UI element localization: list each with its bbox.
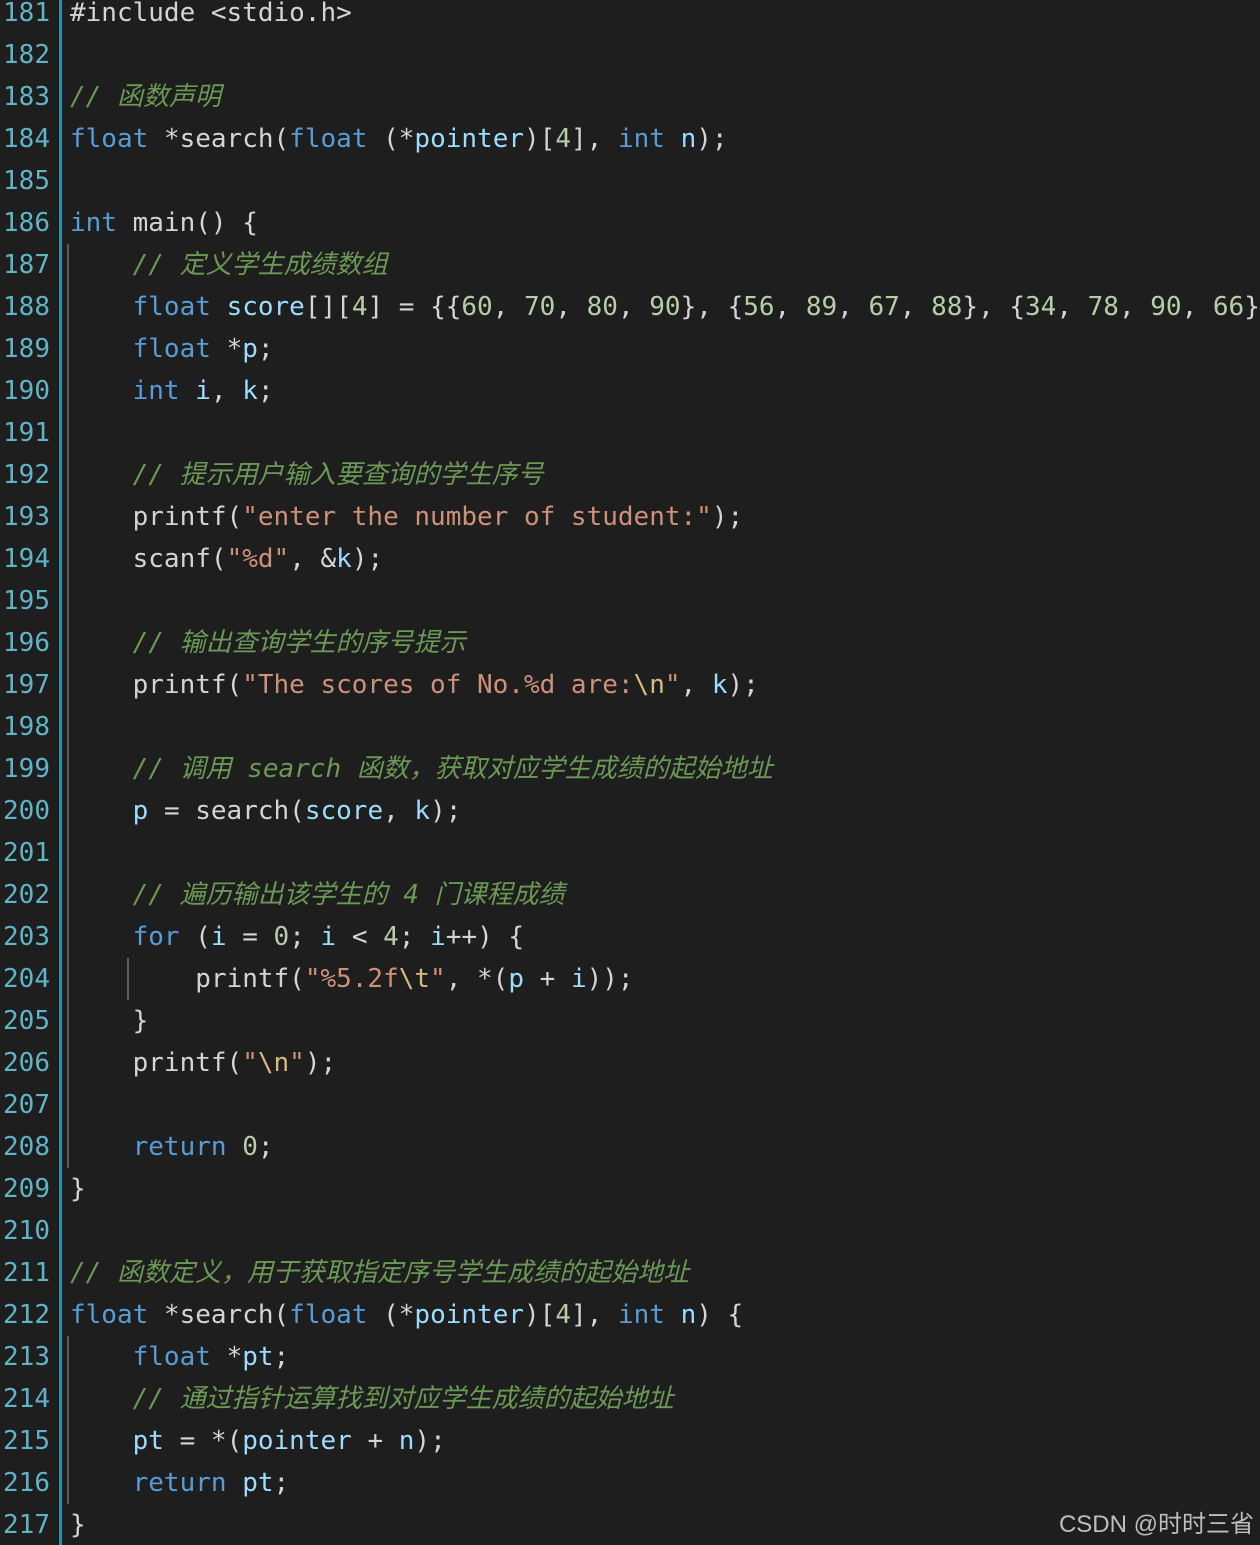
line-number: 181: [3, 0, 50, 28]
code-line[interactable]: printf("%5.2f\t", *(p + i));: [70, 958, 1260, 1000]
code-line[interactable]: [70, 1210, 1260, 1252]
line-number: 189: [3, 334, 50, 364]
code-line[interactable]: // 提示用户输入要查询的学生序号: [70, 454, 1260, 496]
code-line[interactable]: float *search(float (*pointer)[4], int n…: [70, 1294, 1260, 1336]
indent-guide: [67, 244, 69, 1168]
line-number: 197: [3, 670, 50, 700]
code-line[interactable]: printf("The scores of No.%d are:\n", k);: [70, 664, 1260, 706]
line-number: 187: [3, 250, 50, 280]
line-number: 183: [3, 82, 50, 112]
code-line[interactable]: for (i = 0; i < 4; i++) {: [70, 916, 1260, 958]
line-number: 217: [3, 1510, 50, 1540]
code-line[interactable]: int main() {: [70, 202, 1260, 244]
line-number: 191: [3, 418, 50, 448]
gutter-separator: [59, 0, 62, 1545]
code-line[interactable]: [70, 832, 1260, 874]
code-line[interactable]: pt = *(pointer + n);: [70, 1420, 1260, 1462]
code-line[interactable]: [70, 34, 1260, 76]
line-number: 203: [3, 922, 50, 952]
code-line[interactable]: return pt;: [70, 1462, 1260, 1504]
line-number: 209: [3, 1174, 50, 1204]
code-line[interactable]: // 遍历输出该学生的 4 门课程成绩: [70, 874, 1260, 916]
code-line[interactable]: [70, 412, 1260, 454]
code-line[interactable]: }: [70, 1000, 1260, 1042]
line-number: 193: [3, 502, 50, 532]
line-number: 208: [3, 1132, 50, 1162]
line-number: 207: [3, 1090, 50, 1120]
code-line[interactable]: // 通过指针运算找到对应学生成绩的起始地址: [70, 1378, 1260, 1420]
code-line[interactable]: float *search(float (*pointer)[4], int n…: [70, 118, 1260, 160]
code-line[interactable]: printf("enter the number of student:");: [70, 496, 1260, 538]
code-line[interactable]: // 函数声明: [70, 76, 1260, 118]
code-line[interactable]: [70, 160, 1260, 202]
line-number: 184: [3, 124, 50, 154]
line-number: 215: [3, 1426, 50, 1456]
code-line[interactable]: int i, k;: [70, 370, 1260, 412]
code-line[interactable]: p = search(score, k);: [70, 790, 1260, 832]
code-line[interactable]: float score[][4] = {{60, 70, 80, 90}, {5…: [70, 286, 1260, 328]
line-number: 216: [3, 1468, 50, 1498]
line-number: 214: [3, 1384, 50, 1414]
line-number: 210: [3, 1216, 50, 1246]
watermark: CSDN @时时三省: [1058, 1511, 1254, 1538]
line-number: 212: [3, 1300, 50, 1330]
code-area[interactable]: #include <stdio.h> // 函数声明 float *search(…: [67, 0, 1260, 1545]
line-number: 206: [3, 1048, 50, 1078]
code-line[interactable]: // 定义学生成绩数组: [70, 244, 1260, 286]
indent-guide: [127, 958, 129, 1000]
code-line[interactable]: float *p;: [70, 328, 1260, 370]
line-number: 188: [3, 292, 50, 322]
line-number: 205: [3, 1006, 50, 1036]
line-number: 201: [3, 838, 50, 868]
code-line[interactable]: [70, 1084, 1260, 1126]
code-line[interactable]: scanf("%d", &k);: [70, 538, 1260, 580]
line-number: 192: [3, 460, 50, 490]
line-number: 185: [3, 166, 50, 196]
line-number: 190: [3, 376, 50, 406]
line-number-gutter: 181 182 183 184 185 186 187 188 189 190 191 192 193 1…: [0, 0, 58, 1545]
code-line[interactable]: }: [70, 1168, 1260, 1210]
indent-guide: [67, 1336, 69, 1504]
line-number: 202: [3, 880, 50, 910]
code-line[interactable]: float *pt;: [70, 1336, 1260, 1378]
code-line[interactable]: printf("\n");: [70, 1042, 1260, 1084]
line-number: 204: [3, 964, 50, 994]
code-line[interactable]: [70, 580, 1260, 622]
line-number: 198: [3, 712, 50, 742]
code-line[interactable]: // 输出查询学生的序号提示: [70, 622, 1260, 664]
line-number: 200: [3, 796, 50, 826]
line-number: 182: [3, 40, 50, 70]
code-line[interactable]: // 函数定义，用于获取指定序号学生成绩的起始地址: [70, 1252, 1260, 1294]
code-line[interactable]: #include <stdio.h>: [70, 0, 1260, 34]
line-number: 211: [3, 1258, 50, 1288]
line-number: 195: [3, 586, 50, 616]
code-line[interactable]: [70, 706, 1260, 748]
code-editor[interactable]: 181 182 183 184 185 186 187 188 189 190 191 192 193 1…: [0, 0, 1260, 1545]
code-line[interactable]: return 0;: [70, 1126, 1260, 1168]
line-number: 186: [3, 208, 50, 238]
line-number: 213: [3, 1342, 50, 1372]
line-number: 194: [3, 544, 50, 574]
line-number: 196: [3, 628, 50, 658]
code-line[interactable]: // 调用 search 函数，获取对应学生成绩的起始地址: [70, 748, 1260, 790]
line-number: 199: [3, 754, 50, 784]
